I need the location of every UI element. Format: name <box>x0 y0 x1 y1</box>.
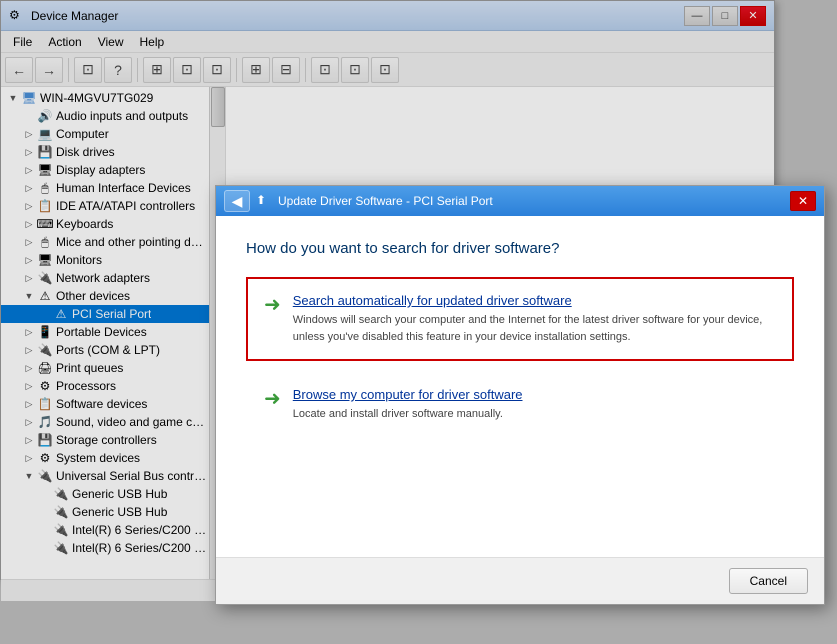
option-browse[interactable]: ➜ Browse my computer for driver software… <box>246 377 794 433</box>
option2-arrow-icon: ➜ <box>264 389 281 409</box>
dialog-back-button[interactable]: ◀ <box>224 190 250 212</box>
dialog-overlay: ◀ ⬆ Update Driver Software - PCI Serial … <box>0 0 837 644</box>
option1-title: Search automatically for updated driver … <box>293 293 776 308</box>
option2-description: Locate and install driver software manua… <box>293 406 776 423</box>
option1-description: Windows will search your computer and th… <box>293 312 776 345</box>
dialog-title-left: ◀ ⬆ Update Driver Software - PCI Serial … <box>224 190 493 212</box>
cancel-button[interactable]: Cancel <box>729 568 808 594</box>
dialog-question: How do you want to search for driver sof… <box>246 240 794 257</box>
option1-text-area: Search automatically for updated driver … <box>293 293 776 345</box>
dialog-title-bar: ◀ ⬆ Update Driver Software - PCI Serial … <box>216 186 824 216</box>
dialog-title-text: Update Driver Software - PCI Serial Port <box>278 194 493 208</box>
dialog-title-icon: ⬆ <box>256 193 272 209</box>
option2-title: Browse my computer for driver software <box>293 387 776 402</box>
option-auto-search[interactable]: ➜ Search automatically for updated drive… <box>246 277 794 361</box>
option2-text-area: Browse my computer for driver software L… <box>293 387 776 423</box>
dialog-footer: Cancel <box>216 557 824 604</box>
dialog-content: How do you want to search for driver sof… <box>216 216 824 557</box>
dialog-close-button[interactable]: ✕ <box>790 191 816 211</box>
option1-arrow-icon: ➜ <box>264 295 281 315</box>
update-driver-dialog: ◀ ⬆ Update Driver Software - PCI Serial … <box>215 185 825 605</box>
